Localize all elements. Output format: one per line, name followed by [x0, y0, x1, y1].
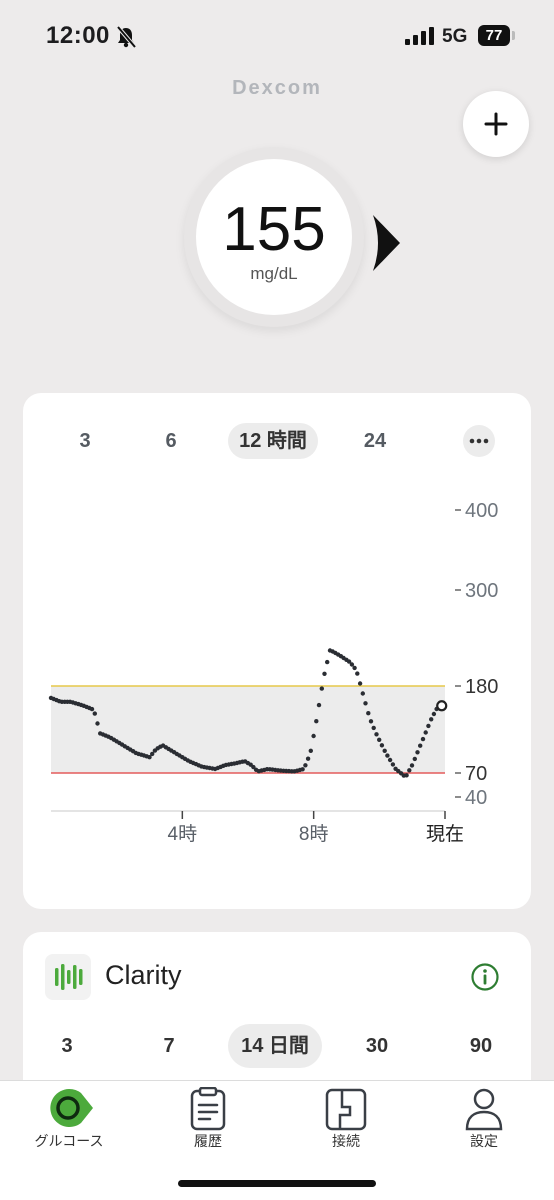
tab-settings[interactable]: 設定	[424, 1081, 544, 1171]
data-point-113	[357, 681, 363, 686]
data-point-92	[300, 767, 305, 772]
data-point-130	[404, 773, 409, 778]
data-point-17	[95, 721, 100, 726]
data-point-117	[368, 719, 374, 724]
tab-history[interactable]: 履歴	[148, 1081, 268, 1171]
data-point-111	[352, 665, 357, 671]
clarity-tab-30d[interactable]: 30	[359, 1024, 395, 1068]
data-point-135	[418, 743, 423, 748]
data-point-95	[308, 748, 313, 753]
y-tick-label-0: 400	[465, 500, 498, 522]
data-point-140	[431, 711, 437, 717]
glucose-chart-card: 3 6 12 時間 24 4時 8時 現在 400 300 180 70 40	[23, 393, 531, 909]
glucose-value: 155	[222, 195, 326, 264]
plus-icon	[484, 112, 508, 136]
clarity-title: Clarity	[105, 960, 182, 990]
data-point-118	[371, 725, 376, 731]
x-tick-label-2: 現在	[426, 823, 464, 845]
data-point-15	[89, 706, 95, 712]
x-tick-label-0: 4時	[168, 823, 198, 845]
data-point-138	[426, 723, 431, 729]
network-type: 5G	[442, 26, 468, 47]
data-point-139	[429, 717, 434, 722]
data-point-116	[366, 711, 371, 716]
data-point-94	[305, 756, 311, 761]
clarity-card[interactable]: Clarity 3 7 14 日間 30 90	[23, 932, 531, 1102]
data-point-134	[415, 750, 420, 755]
signal-icon	[405, 27, 435, 50]
data-point-101	[325, 659, 330, 665]
connection-icon	[325, 1088, 367, 1131]
clarity-tab-7d[interactable]: 7	[157, 1024, 181, 1068]
tab-label-settings: 設定	[470, 1133, 498, 1149]
status-bar: 12:00 5G 77	[0, 0, 554, 72]
data-point-121	[379, 743, 385, 748]
data-point-115	[363, 701, 368, 706]
data-point-124	[387, 757, 393, 763]
battery-tip	[512, 31, 515, 40]
glucose-reading[interactable]: 155 mg/dL	[184, 147, 364, 327]
y-tick-label-1: 300	[465, 580, 498, 602]
data-point-16	[92, 711, 98, 716]
add-event-button[interactable]	[463, 91, 529, 157]
current-reading-marker	[436, 700, 448, 712]
status-time: 12:00	[46, 22, 110, 49]
clarity-bars-icon	[45, 954, 91, 1000]
data-point-122	[382, 748, 387, 753]
data-point-125	[390, 762, 396, 767]
clarity-tab-90d[interactable]: 90	[463, 1024, 499, 1068]
home-indicator	[178, 1180, 376, 1187]
data-point-131	[407, 768, 412, 773]
data-point-97	[314, 719, 319, 724]
data-point-98	[316, 702, 322, 708]
tab-label-glucose: グルコース	[34, 1133, 104, 1149]
glucose-chart: 4時 8時 現在 400 300 180 7040	[48, 500, 498, 845]
data-point-114	[360, 691, 365, 696]
trend-arrow-icon	[373, 215, 403, 276]
y-tick-label-2: 180	[465, 676, 498, 698]
y-tick-label-3: 70	[465, 763, 487, 785]
history-clipboard-icon	[190, 1087, 226, 1131]
data-point-137	[423, 730, 428, 735]
data-point-99	[319, 686, 324, 691]
tab-label-history: 履歴	[194, 1133, 222, 1149]
data-point-112	[355, 671, 360, 676]
glucose-unit: mg/dL	[250, 264, 298, 283]
clarity-tab-14d[interactable]: 14 日間	[228, 1024, 322, 1068]
clarity-tab-3d[interactable]: 3	[55, 1024, 79, 1068]
tab-label-connections: 接続	[332, 1133, 360, 1149]
x-tick-label-1: 8時	[299, 823, 329, 845]
data-point-100	[322, 671, 327, 676]
data-point-96	[311, 733, 316, 739]
target-range-band	[51, 686, 445, 773]
muted-bell-icon	[116, 25, 137, 53]
data-point-93	[303, 763, 308, 768]
person-icon	[465, 1088, 503, 1131]
info-icon[interactable]	[470, 962, 500, 997]
battery-icon: 77	[478, 25, 510, 46]
tab-glucose[interactable]: グルコース	[9, 1081, 129, 1171]
data-point-133	[412, 756, 417, 762]
data-point-132	[409, 763, 415, 768]
data-point-119	[374, 732, 379, 737]
data-point-136	[420, 736, 426, 742]
y-tick-label-4: 40	[465, 787, 487, 809]
tab-connections[interactable]: 接続	[286, 1081, 406, 1171]
data-point-123	[385, 753, 390, 758]
data-point-120	[377, 737, 382, 742]
glucose-icon	[50, 1088, 93, 1127]
